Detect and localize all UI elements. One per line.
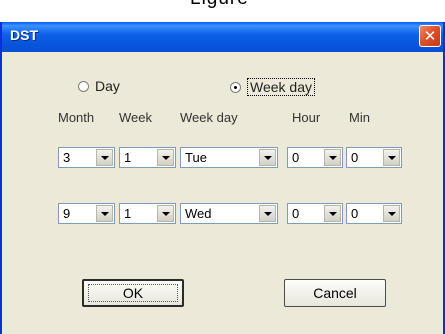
- week-day-value-1: Tue: [185, 150, 207, 165]
- week-day-value-2: Wed: [185, 206, 212, 221]
- background-text-fragment: Ligure: [190, 0, 249, 10]
- month-header: Month: [58, 110, 95, 125]
- chevron-down-icon[interactable]: [157, 149, 174, 166]
- min-value-1: 0: [351, 150, 359, 165]
- cancel-button-label: Cancel: [313, 285, 357, 301]
- week-header: Week: [119, 110, 152, 125]
- dst-dialog: DST ✕ Day Week day Month Week Week day H…: [0, 22, 445, 334]
- close-icon: ✕: [423, 27, 437, 45]
- week-value-1: 1: [124, 150, 132, 165]
- min-value-2: 0: [351, 206, 359, 221]
- week-select-1[interactable]: 1: [119, 147, 176, 168]
- month-select-2[interactable]: 9: [58, 203, 115, 224]
- background-strip: Ligure: [0, 0, 445, 24]
- chevron-down-icon[interactable]: [259, 205, 276, 222]
- chevron-down-icon[interactable]: [96, 149, 113, 166]
- week-day-select-2[interactable]: Wed: [180, 203, 278, 224]
- week-select-2[interactable]: 1: [119, 203, 176, 224]
- hour-header: Hour: [292, 110, 321, 125]
- hour-select-2[interactable]: 0: [287, 203, 343, 224]
- hour-value-1: 0: [292, 150, 300, 165]
- month-value-1: 3: [63, 150, 71, 165]
- chevron-down-icon[interactable]: [259, 149, 276, 166]
- month-value-2: 9: [63, 206, 71, 221]
- radio-button-icon: [78, 80, 89, 92]
- chevron-down-icon[interactable]: [324, 205, 341, 222]
- close-button[interactable]: ✕: [419, 25, 441, 47]
- title-bar[interactable]: DST ✕: [2, 22, 443, 52]
- week-day-radio-label: Week day: [247, 78, 315, 96]
- week-day-radio[interactable]: Week day: [230, 78, 315, 96]
- dialog-title: DST: [10, 27, 38, 43]
- cancel-button[interactable]: Cancel: [284, 279, 386, 307]
- hour-select-1[interactable]: 0: [287, 147, 343, 168]
- chevron-down-icon[interactable]: [383, 149, 400, 166]
- chevron-down-icon[interactable]: [383, 205, 400, 222]
- focus-rectangle: [88, 284, 178, 302]
- week-day-select-1[interactable]: Tue: [180, 147, 278, 168]
- mode-radio-group: Day Week day: [2, 78, 443, 98]
- min-select-2[interactable]: 0: [346, 203, 402, 224]
- day-radio[interactable]: Day: [78, 78, 120, 94]
- week-day-header: Week day: [180, 110, 238, 125]
- radio-button-selected-icon: [230, 81, 241, 93]
- chevron-down-icon[interactable]: [157, 205, 174, 222]
- min-select-1[interactable]: 0: [346, 147, 402, 168]
- ok-button[interactable]: OK: [82, 279, 184, 307]
- min-header: Min: [349, 110, 370, 125]
- day-radio-label: Day: [95, 78, 120, 94]
- month-select-1[interactable]: 3: [58, 147, 115, 168]
- hour-value-2: 0: [292, 206, 300, 221]
- chevron-down-icon[interactable]: [96, 205, 113, 222]
- column-headers: Month Week Week day Hour Min: [2, 110, 443, 128]
- chevron-down-icon[interactable]: [324, 149, 341, 166]
- week-value-2: 1: [124, 206, 132, 221]
